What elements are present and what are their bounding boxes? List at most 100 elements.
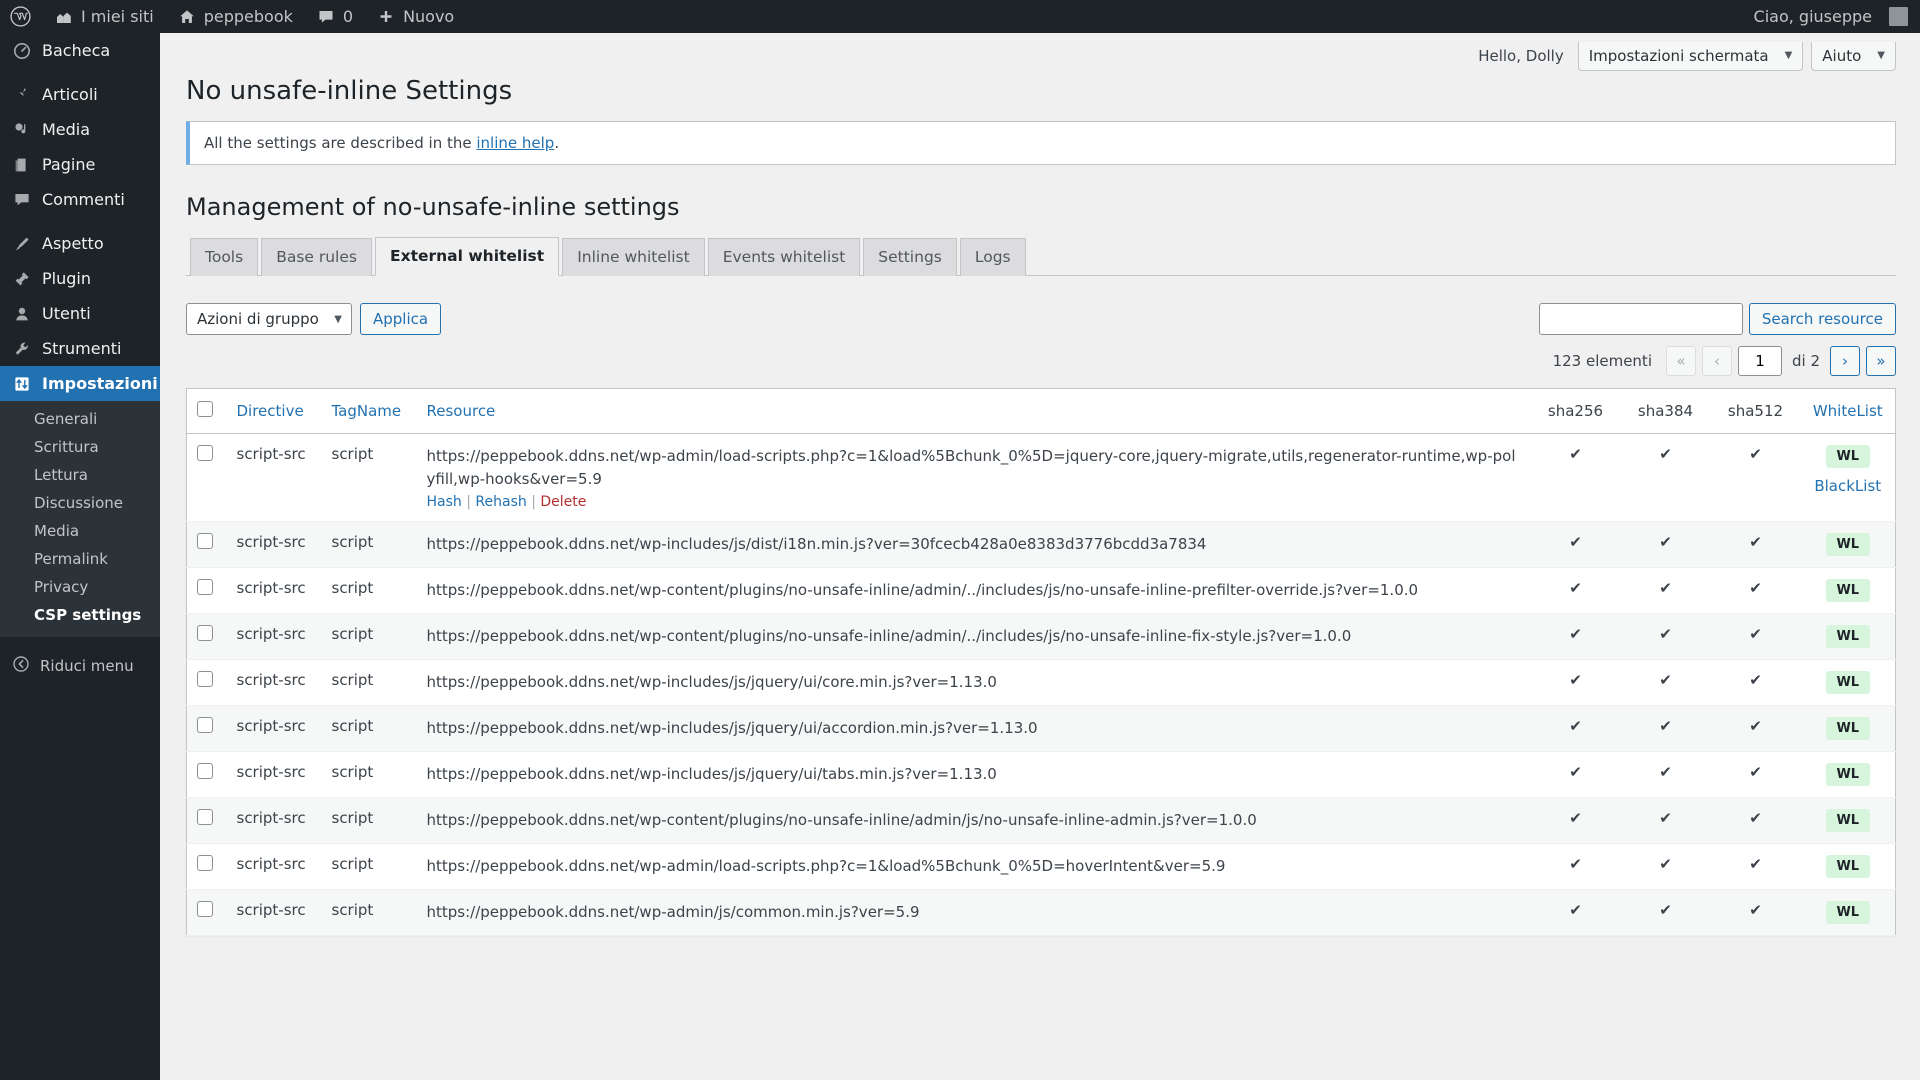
adminbar-new-label: Nuovo: [403, 7, 455, 26]
blacklist-link[interactable]: BlackList: [1811, 477, 1886, 495]
apply-button[interactable]: Applica: [360, 303, 442, 336]
sidebar-label-plugin: Plugin: [42, 269, 91, 288]
resource-url: https://peppebook.ddns.net/wp-content/pl…: [426, 627, 1352, 646]
next-page-button[interactable]: ›: [1830, 346, 1860, 377]
adminbar-wp-logo[interactable]: [0, 0, 43, 33]
cell-sha512: ✔: [1710, 797, 1801, 845]
cell-sha256: ✔: [1530, 567, 1621, 615]
home-icon: [179, 9, 194, 23]
sidebar-item-commenti[interactable]: Commenti: [0, 182, 160, 217]
cell-tagname: script: [321, 613, 417, 661]
screen-options-button[interactable]: Impostazioni schermata ▼: [1577, 41, 1804, 71]
sidebar-item-articoli[interactable]: Articoli: [0, 77, 160, 112]
submenu-item-discussione[interactable]: Discussione: [0, 489, 160, 517]
tab-base-rules[interactable]: Base rules: [261, 237, 372, 277]
adminbar-site-name[interactable]: peppebook: [166, 0, 305, 33]
delete-link[interactable]: Delete: [540, 494, 586, 510]
cell-directive: script-src: [226, 567, 322, 615]
pages-icon: [12, 155, 32, 175]
row-checkbox[interactable]: [197, 625, 213, 642]
cell-whitelist: WL: [1800, 567, 1896, 615]
page-title: No unsafe-inline Settings: [186, 76, 513, 106]
row-checkbox[interactable]: [197, 855, 213, 872]
hash-link[interactable]: Hash: [427, 494, 462, 510]
tab-settings[interactable]: Settings: [863, 237, 957, 277]
submenu-item-csp-settings[interactable]: CSP settings: [0, 601, 160, 629]
collapse-menu-button[interactable]: Riduci menu: [0, 649, 160, 683]
bulk-actions-select[interactable]: Azioni di gruppo: [186, 303, 352, 336]
cell-directive: script-src: [226, 843, 322, 891]
row-select-cell: [186, 521, 227, 569]
tab-logs[interactable]: Logs: [959, 237, 1026, 277]
sidebar-item-bacheca[interactable]: Bacheca: [0, 33, 160, 68]
chevron-down-icon: ▼: [1784, 50, 1793, 61]
submenu-item-privacy[interactable]: Privacy: [0, 573, 160, 601]
check-icon: ✔: [1569, 625, 1582, 644]
table-row: script-src script https://peppebook.ddns.n…: [186, 659, 1896, 707]
select-all-checkbox[interactable]: [197, 401, 213, 418]
sidebar-item-aspetto[interactable]: Aspetto: [0, 226, 160, 261]
whitelist-badge[interactable]: WL: [1825, 901, 1870, 925]
sidebar-item-pagine[interactable]: Pagine: [0, 147, 160, 182]
cell-whitelist: WL: [1800, 705, 1896, 753]
tab-external-whitelist[interactable]: External whitelist: [374, 236, 560, 277]
whitelist-badge[interactable]: WL: [1825, 809, 1870, 833]
whitelist-badge[interactable]: WL: [1825, 625, 1870, 649]
sidebar-label-bacheca: Bacheca: [42, 41, 111, 60]
row-checkbox[interactable]: [197, 579, 213, 596]
row-checkbox[interactable]: [197, 717, 213, 734]
search-input[interactable]: [1538, 303, 1743, 336]
column-header-whitelist[interactable]: WhiteList: [1800, 388, 1896, 435]
column-header-resource[interactable]: Resource: [416, 388, 1531, 435]
help-button[interactable]: Aiuto ▼: [1811, 41, 1896, 71]
whitelist-badge[interactable]: WL: [1825, 855, 1870, 879]
plus-icon: [380, 10, 392, 22]
submenu-item-generali[interactable]: Generali: [0, 405, 160, 433]
tab-tools[interactable]: Tools: [190, 237, 259, 277]
whitelist-badge[interactable]: WL: [1825, 671, 1870, 695]
submenu-item-media[interactable]: Media: [0, 517, 160, 545]
search-resource-button[interactable]: Search resource: [1748, 303, 1896, 336]
tools-icon: [12, 339, 32, 359]
cell-sha384: ✔: [1620, 843, 1711, 891]
submenu-item-scrittura[interactable]: Scrittura: [0, 433, 160, 461]
first-page-button[interactable]: «: [1665, 346, 1696, 377]
row-checkbox[interactable]: [197, 809, 213, 826]
adminbar-my-sites[interactable]: I miei siti: [43, 0, 166, 33]
whitelist-badge[interactable]: WL: [1825, 579, 1870, 603]
rehash-link[interactable]: Rehash: [475, 494, 526, 510]
sidebar-item-media[interactable]: Media: [0, 112, 160, 147]
tab-events-whitelist[interactable]: Events whitelist: [707, 237, 861, 277]
column-header-directive[interactable]: Directive: [226, 388, 322, 435]
adminbar-new-content[interactable]: Nuovo: [365, 0, 466, 33]
sidebar-item-impostazioni[interactable]: Impostazioni: [0, 366, 160, 401]
row-checkbox[interactable]: [197, 533, 213, 550]
check-icon: ✔: [1659, 901, 1672, 920]
admin-bar: I miei siti peppebook 0 Nuovo Ciao, gius…: [0, 0, 1920, 33]
row-select-cell: [186, 889, 227, 937]
current-page-input[interactable]: [1737, 346, 1782, 377]
row-checkbox[interactable]: [197, 671, 213, 688]
whitelist-badge[interactable]: WL: [1825, 533, 1870, 557]
prev-page-button[interactable]: ‹: [1701, 346, 1732, 377]
table-row: script-src script https://peppebook.ddns.n…: [186, 567, 1896, 615]
tab-inline-whitelist[interactable]: Inline whitelist: [562, 237, 705, 277]
sidebar-item-utenti[interactable]: Utenti: [0, 296, 160, 331]
check-icon: ✔: [1749, 717, 1762, 736]
submenu-item-lettura[interactable]: Lettura: [0, 461, 160, 489]
inline-help-link[interactable]: inline help: [476, 134, 554, 152]
sidebar-item-strumenti[interactable]: Strumenti: [0, 331, 160, 366]
adminbar-comments[interactable]: 0: [305, 0, 365, 33]
sidebar-label-articoli: Articoli: [42, 85, 98, 104]
last-page-button[interactable]: »: [1866, 346, 1896, 377]
whitelist-badge[interactable]: WL: [1825, 445, 1870, 469]
sidebar-item-plugin[interactable]: Plugin: [0, 261, 160, 296]
row-checkbox[interactable]: [197, 901, 213, 918]
submenu-item-permalink[interactable]: Permalink: [0, 545, 160, 573]
row-checkbox[interactable]: [197, 445, 213, 462]
whitelist-badge[interactable]: WL: [1825, 717, 1870, 741]
column-header-tagname[interactable]: TagName: [321, 388, 417, 435]
adminbar-my-account[interactable]: Ciao, giuseppe: [1744, 0, 1920, 33]
row-checkbox[interactable]: [197, 763, 213, 780]
whitelist-badge[interactable]: WL: [1825, 763, 1870, 787]
